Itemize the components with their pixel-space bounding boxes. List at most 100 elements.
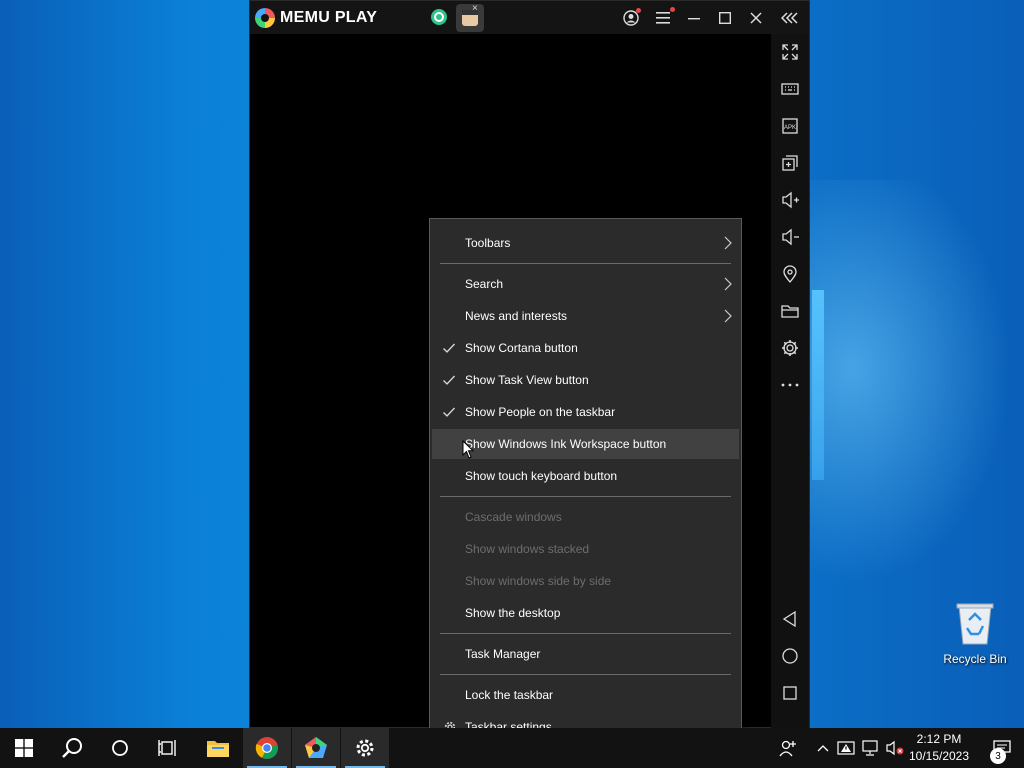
cortana-button[interactable]: [96, 728, 144, 768]
maximize-button[interactable]: [710, 1, 740, 34]
recycle-bin-shortcut[interactable]: Recycle Bin: [938, 598, 1012, 672]
volume-down-icon: [782, 228, 799, 246]
menu-separator: [440, 263, 731, 264]
chevron-right-icon: [724, 236, 732, 250]
volume-down-button[interactable]: [771, 222, 809, 252]
menu-item-show-cortana-button[interactable]: Show Cortana button: [432, 333, 739, 363]
back-triangle-icon: [782, 610, 796, 628]
memu-taskbar-button[interactable]: [292, 728, 340, 768]
collapse-sidebar-button[interactable]: [775, 1, 805, 34]
mouse-cursor-icon: [462, 440, 474, 459]
menu-item-cascade-windows: Cascade windows: [465, 510, 562, 524]
sync-warning-icon: [837, 741, 855, 755]
minimize-icon: [688, 17, 700, 19]
close-button[interactable]: [741, 1, 771, 34]
android-back-button[interactable]: [771, 604, 809, 634]
account-badge-dot: [636, 8, 641, 13]
menu-badge-dot: [670, 7, 675, 12]
app-tab-game[interactable]: [456, 4, 484, 32]
menu-item-show-windows-ink[interactable]: Show Windows Ink Workspace button: [432, 429, 739, 459]
menu-item-show-people[interactable]: Show People on the taskbar: [432, 397, 739, 427]
notification-count-badge: 3: [990, 748, 1006, 764]
minimize-button[interactable]: [679, 1, 709, 34]
people-button[interactable]: [776, 728, 800, 768]
app-tab-launcher[interactable]: [428, 6, 450, 28]
menu-separator: [440, 633, 731, 634]
volume-up-icon: [782, 191, 799, 209]
maximize-icon: [719, 11, 731, 24]
menu-item-show-windows-side-by-side: Show windows side by side: [465, 574, 612, 588]
menu-separator: [440, 496, 731, 497]
memu-logo-icon: [255, 7, 275, 28]
tab-close-icon[interactable]: ×: [472, 3, 478, 14]
network-tray-button[interactable]: [860, 728, 882, 768]
android-recents-button[interactable]: [771, 678, 809, 708]
menu-item-task-manager[interactable]: Task Manager: [432, 639, 739, 669]
chrome-button[interactable]: [243, 728, 291, 768]
file-explorer-button[interactable]: [194, 728, 242, 768]
location-button[interactable]: [771, 259, 809, 289]
keyboard-icon: [781, 83, 799, 95]
windows-logo-icon: [15, 739, 33, 757]
chrome-icon: [255, 737, 278, 759]
memu-icon: [305, 737, 327, 758]
show-hidden-icons-button[interactable]: [814, 728, 832, 768]
menu-item-show-task-view-button[interactable]: Show Task View button: [432, 365, 739, 395]
desktop-light-beam: [812, 290, 824, 480]
android-home-button[interactable]: [771, 641, 809, 671]
taskbar: 2:12 PM 10/15/2023: [0, 728, 1024, 768]
settings-button[interactable]: [771, 333, 809, 363]
gear-icon: [356, 739, 374, 757]
hamburger-icon: [656, 11, 670, 24]
chevron-right-icon: [724, 309, 732, 323]
fullscreen-button[interactable]: [771, 37, 809, 67]
folder-icon: [781, 305, 799, 318]
volume-tray-button[interactable]: [884, 728, 906, 768]
memu-logo: MEMU PLAY: [255, 1, 377, 34]
menu-item-show-touch-keyboard[interactable]: Show touch keyboard button: [432, 461, 739, 491]
clock-time: 2:12 PM: [916, 732, 962, 746]
memu-logo-text: MEMU PLAY: [280, 8, 378, 26]
volume-up-button[interactable]: [771, 185, 809, 215]
recents-square-icon: [783, 686, 797, 700]
multi-instance-button[interactable]: [771, 148, 809, 178]
chevron-up-icon: [817, 745, 829, 752]
gear-icon: [782, 340, 798, 356]
chevron-right-icon: [724, 277, 732, 291]
menu-item-toolbars[interactable]: Toolbars: [432, 228, 739, 258]
task-view-button[interactable]: [144, 728, 192, 768]
menu-item-search[interactable]: Search: [432, 269, 739, 299]
taskbar-context-menu: Toolbars Search News and interests Show …: [429, 218, 742, 751]
apk-icon: APK: [782, 118, 798, 134]
menu-button[interactable]: [648, 1, 678, 34]
menu-item-news-and-interests[interactable]: News and interests: [432, 301, 739, 331]
more-button[interactable]: [771, 370, 809, 400]
memu-sidebar: APK: [771, 34, 809, 729]
keyboard-mapping-button[interactable]: [771, 74, 809, 104]
checkmark-icon: [443, 407, 455, 417]
search-icon: [62, 738, 82, 758]
triple-chevron-left-icon: [781, 11, 798, 24]
account-button[interactable]: [616, 1, 646, 34]
search-button[interactable]: [48, 728, 96, 768]
cortana-circle-icon: [112, 740, 128, 756]
checkmark-icon: [443, 375, 455, 385]
sync-tray-button[interactable]: [836, 728, 856, 768]
task-view-icon: [158, 740, 176, 756]
system-clock[interactable]: 2:12 PM 10/15/2023: [904, 728, 974, 768]
start-button[interactable]: [0, 728, 48, 768]
clock-date: 10/15/2023: [908, 749, 970, 763]
volume-muted-icon: [886, 740, 904, 756]
shared-folder-button[interactable]: [771, 296, 809, 326]
close-icon: [750, 11, 762, 24]
menu-item-lock-the-taskbar[interactable]: Lock the taskbar: [432, 680, 739, 710]
menu-item-show-windows-stacked: Show windows stacked: [465, 542, 590, 556]
install-apk-button[interactable]: APK: [771, 111, 809, 141]
location-pin-icon: [783, 265, 797, 284]
settings-taskbar-button[interactable]: [341, 728, 389, 768]
home-circle-icon: [782, 648, 798, 664]
add-window-icon: [782, 155, 798, 171]
memu-titlebar: MEMU PLAY ×: [250, 1, 809, 34]
menu-item-show-the-desktop[interactable]: Show the desktop: [432, 598, 739, 628]
network-icon: [862, 740, 878, 756]
